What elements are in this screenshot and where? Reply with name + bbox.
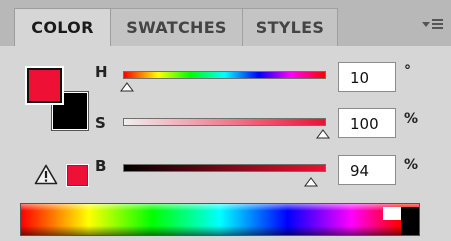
color-panel: COLOR SWATCHES STYLES H 10 ° S 100 % B 9…: [0, 0, 451, 241]
saturation-label: S: [95, 114, 106, 132]
brightness-slider-thumb[interactable]: [304, 177, 318, 187]
hue-label: H: [95, 63, 108, 81]
ramp-black-swatch[interactable]: [401, 207, 419, 235]
brightness-slider[interactable]: [123, 164, 326, 172]
saturation-unit: %: [404, 111, 419, 127]
hue-value-field[interactable]: 10: [338, 62, 396, 92]
gamut-color-swatch[interactable]: [66, 164, 89, 187]
brightness-label: B: [95, 157, 107, 175]
saturation-slider-thumb[interactable]: [316, 129, 330, 139]
brightness-value-field[interactable]: 94: [338, 155, 396, 185]
panel-menu-icon[interactable]: [420, 16, 444, 34]
tab-color[interactable]: COLOR: [14, 8, 111, 46]
saturation-value-field[interactable]: 100: [338, 108, 396, 138]
hue-slider[interactable]: [123, 71, 326, 79]
out-of-gamut-warning-icon[interactable]: [34, 164, 58, 185]
hue-slider-thumb[interactable]: [120, 82, 134, 92]
panel-tab-bar: COLOR SWATCHES STYLES: [0, 0, 451, 46]
foreground-color-swatch[interactable]: [25, 66, 64, 105]
hue-unit: °: [404, 63, 411, 79]
color-spectrum-ramp[interactable]: [20, 203, 420, 236]
ramp-white-swatch[interactable]: [383, 207, 401, 220]
tab-swatches[interactable]: SWATCHES: [111, 8, 243, 46]
brightness-unit: %: [404, 157, 419, 173]
tab-styles[interactable]: STYLES: [243, 8, 338, 46]
saturation-slider[interactable]: [123, 118, 326, 126]
